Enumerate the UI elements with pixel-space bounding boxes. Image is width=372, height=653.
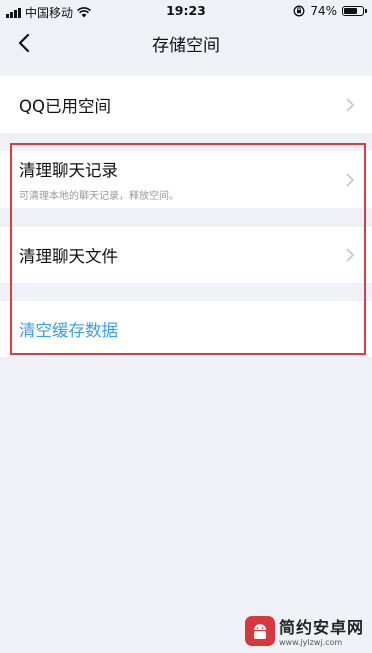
row-clear-chat-history-subtitle: 可清理本地的聊天记录，释放空间。 — [19, 191, 179, 202]
status-bar: 中国移动 19:23 74% — [0, 0, 372, 22]
row-clear-chat-history[interactable]: 清理聊天记录 可清理本地的聊天记录，释放空间。 — [0, 151, 372, 208]
row-qq-storage-label: QQ已用空间 — [19, 96, 111, 116]
page-title: 存储空间 — [152, 36, 220, 56]
battery-percent: 74% — [310, 4, 337, 18]
row-clear-cache-label: 清空缓存数据 — [19, 321, 118, 340]
chevron-right-icon — [346, 173, 354, 186]
battery-icon — [342, 6, 367, 16]
row-qq-storage[interactable]: QQ已用空间 — [0, 76, 372, 133]
battery-fill — [344, 8, 357, 14]
watermark-title: 简约安卓网 — [278, 618, 364, 637]
chevron-right-icon — [346, 248, 354, 262]
row-clear-chat-history-label: 清理聊天记录 — [19, 161, 118, 180]
status-right: 74% — [293, 4, 367, 18]
watermark: 简约安卓网 www.jylzwj.com — [244, 614, 364, 647]
row-clear-cache[interactable]: 清空缓存数据 — [0, 301, 372, 357]
row-clear-chat-files[interactable]: 清理聊天文件 — [0, 227, 372, 283]
watermark-url: www.jylzwj.com — [278, 638, 343, 647]
chevron-right-icon — [346, 98, 354, 111]
android-logo-icon — [244, 615, 275, 646]
nav-bar: 存储空间 — [0, 22, 372, 64]
row-clear-chat-files-label: 清理聊天文件 — [19, 247, 118, 266]
rotation-lock-icon — [293, 5, 305, 17]
